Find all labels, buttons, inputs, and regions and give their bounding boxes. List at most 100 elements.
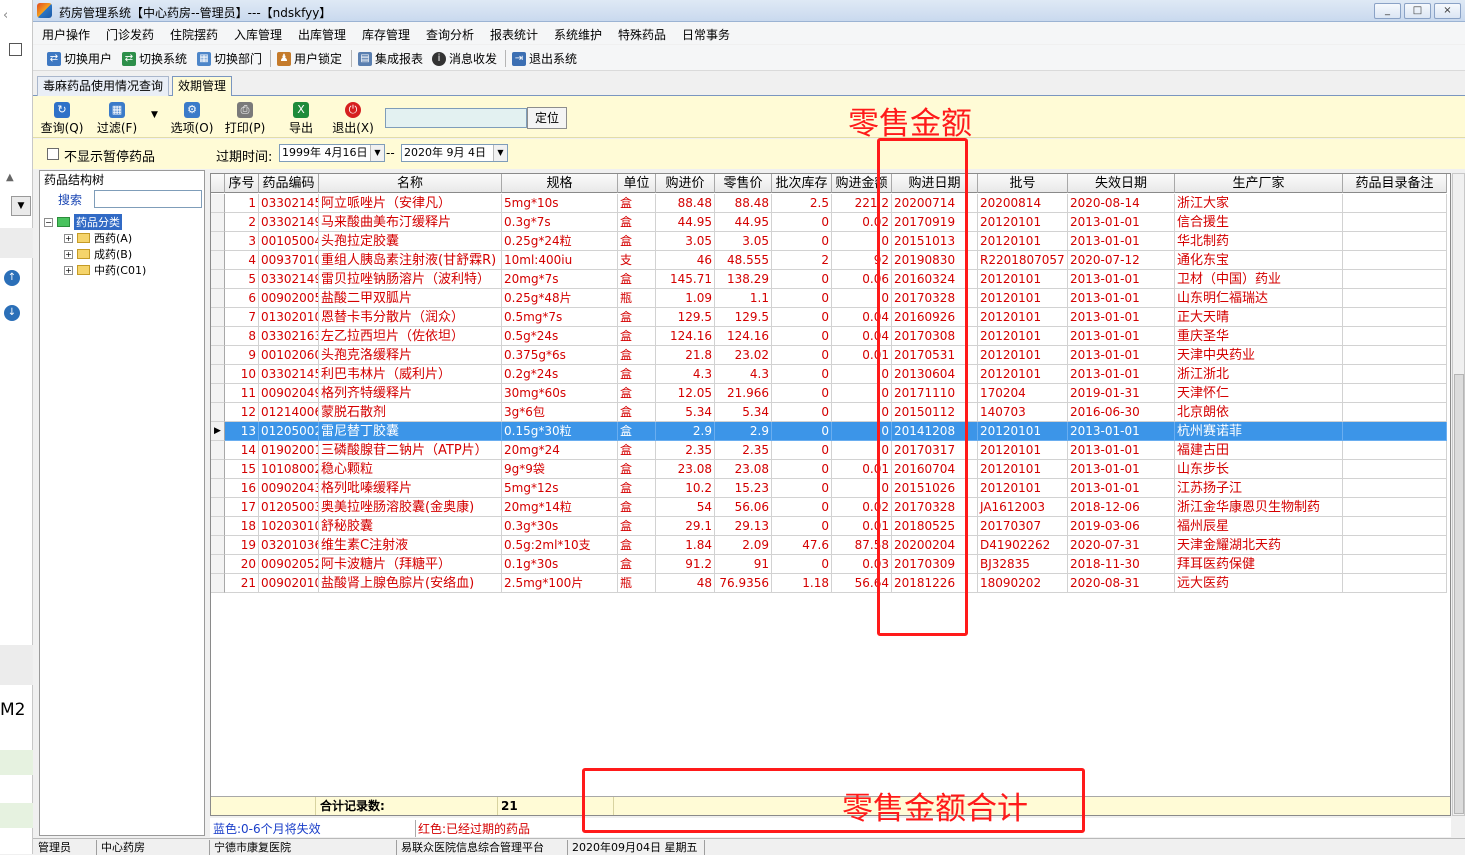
row-indicator[interactable]	[211, 384, 225, 403]
column-header[interactable]: 批号	[978, 174, 1068, 193]
row-indicator[interactable]	[211, 308, 225, 327]
chevron-down-icon[interactable]: ▼	[370, 145, 384, 161]
print-button[interactable]: ⎙ 打印(P)	[222, 102, 268, 136]
lock-user-button[interactable]: ♟ 用户锁定	[277, 50, 342, 67]
menu-outpatient[interactable]: 门诊发药	[106, 26, 154, 43]
hide-suspended-checkbox[interactable]	[47, 148, 59, 160]
menu-reports[interactable]: 报表统计	[490, 26, 538, 43]
column-header[interactable]: 失效日期	[1068, 174, 1175, 193]
back-icon[interactable]: ‹	[3, 8, 8, 23]
table-row[interactable]: 6 00902005 盐酸二甲双胍片 0.25g*48片瓶 1.09 1.1 0 0 20170…	[211, 289, 1447, 308]
column-header[interactable]: 单位	[618, 174, 656, 193]
expand-icon[interactable]: +	[64, 249, 73, 259]
row-indicator-icon[interactable]: ▶	[211, 422, 225, 441]
column-header[interactable]: 规格	[502, 174, 618, 193]
row-indicator[interactable]	[211, 555, 225, 574]
row-indicator[interactable]	[211, 403, 225, 422]
row-indicator[interactable]	[211, 270, 225, 289]
minimize-button[interactable]: _	[1374, 3, 1401, 19]
row-indicator[interactable]	[211, 232, 225, 251]
column-header[interactable]: 药品目录备注	[1343, 174, 1447, 193]
column-header[interactable]: 名称	[319, 174, 502, 193]
menu-stock-out[interactable]: 出库管理	[298, 26, 346, 43]
maximize-button[interactable]: □	[1404, 3, 1431, 19]
column-header[interactable]: 零售价	[715, 174, 772, 193]
exit-system-button[interactable]: ⇥ 退出系统	[512, 50, 577, 67]
switch-system-button[interactable]: ⇄ 切换系统	[122, 50, 187, 67]
arrow-down-icon[interactable]: ↓	[4, 305, 20, 321]
row-indicator[interactable]	[211, 460, 225, 479]
table-row[interactable]: 21 00902010 盐酸肾上腺色腙片(安络血) 2.5mg*100片瓶 48 76.9…	[211, 574, 1447, 593]
row-indicator[interactable]	[211, 574, 225, 593]
options-button[interactable]: ⚙ 选项(O)	[169, 102, 215, 136]
column-header[interactable]: 生产厂家	[1175, 174, 1343, 193]
report-button[interactable]: ▤ 集成报表	[358, 50, 423, 67]
row-indicator[interactable]	[211, 346, 225, 365]
grid-view-icon[interactable]	[9, 43, 22, 56]
table-row[interactable]: ▶ 13 01205002 雷尼替丁胶囊 0.15g*30粒盒 2.9 2.9 0 0 20141…	[211, 422, 1447, 441]
tab-narcotics-query[interactable]: 毒麻药品使用情况查询	[37, 76, 170, 96]
filter-button[interactable]: ▦ 过滤(F)	[94, 102, 140, 136]
table-row[interactable]: 20 00902052 阿卡波糖片（拜糖平） 0.1g*30s 盒 91.2 91 0 0.03…	[211, 555, 1447, 574]
table-row[interactable]: 10 03302145 利巴韦林片（威利片） 0.2g*24s 盒 4.3 4.3 0 0 201…	[211, 365, 1447, 384]
locate-button[interactable]: 定位	[527, 107, 567, 129]
table-row[interactable]: 4 00937010 重组人胰岛素注射液(甘舒霖R) 10ml:400iu 支 46 48.…	[211, 251, 1447, 270]
table-row[interactable]: 5 03302149 雷贝拉唑钠肠溶片（波利特） 20mg*7s 盒 145.71 138.…	[211, 270, 1447, 289]
scrollbar-thumb[interactable]	[1454, 374, 1464, 814]
tree-node-western[interactable]: + 西药(A)	[64, 230, 132, 246]
column-header[interactable]: 批次库存	[772, 174, 832, 193]
menu-system[interactable]: 系统维护	[554, 26, 602, 43]
row-indicator[interactable]	[211, 517, 225, 536]
tree-search-input[interactable]	[94, 190, 202, 208]
chevron-down-icon[interactable]: ▼	[493, 145, 507, 161]
row-indicator[interactable]	[211, 327, 225, 346]
table-row[interactable]: 3 00105004 头孢拉定胶囊 0.25g*24粒盒 3.05 3.05 0 0 20151…	[211, 232, 1447, 251]
query-button[interactable]: ↻ 查询(Q)	[39, 102, 85, 136]
table-row[interactable]: 12 01214006 蒙脱石散剂 3g*6包盒 5.34 5.34 0 0 20150112 1…	[211, 403, 1447, 422]
date-from-picker[interactable]: 1999年 4月16日 ▼	[279, 144, 385, 162]
menu-inventory[interactable]: 库存管理	[362, 26, 410, 43]
arrow-up-icon[interactable]: ↑	[4, 270, 20, 286]
expand-icon[interactable]: +	[64, 233, 73, 243]
tab-expiry-management[interactable]: 效期管理	[172, 76, 233, 96]
menu-special-drugs[interactable]: 特殊药品	[618, 26, 666, 43]
row-indicator[interactable]	[211, 441, 225, 460]
export-button[interactable]: X 导出	[278, 102, 324, 136]
table-row[interactable]: 8 03302163 左乙拉西坦片（佐依坦） 0.5g*24s 盒 124.16 124.1…	[211, 327, 1447, 346]
table-row[interactable]: 19 03201036 维生素C注射液 0.5g:2ml*10支盒 1.84 2.09 47…	[211, 536, 1447, 555]
filter-dropdown-icon[interactable]: ▼	[151, 110, 158, 120]
table-row[interactable]: 1 03302145 阿立哌唑片（安律凡） 5mg*10s 盒 88.48 88.48 2.5…	[211, 194, 1447, 213]
tree-node-patent[interactable]: + 成药(B)	[64, 246, 132, 262]
row-indicator[interactable]	[211, 251, 225, 270]
menu-daily[interactable]: 日常事务	[682, 26, 730, 43]
switch-dept-button[interactable]: ▦ 切换部门	[197, 50, 262, 67]
column-header[interactable]: 药品编码	[259, 174, 319, 193]
row-indicator[interactable]	[211, 365, 225, 384]
expand-icon[interactable]: +	[64, 265, 73, 275]
table-row[interactable]: 18 10203010 舒秘胶囊 0.3g*30s 盒 29.1 29.13 0 0.01 201…	[211, 517, 1447, 536]
locate-input[interactable]	[385, 108, 527, 128]
table-row[interactable]: 15 10108002 稳心颗粒 9g*9袋盒 23.08 23.08 0 0.01 20160…	[211, 460, 1447, 479]
row-indicator[interactable]	[211, 498, 225, 517]
column-header[interactable]: 序号	[225, 174, 259, 193]
close-button[interactable]: ×	[1434, 3, 1461, 19]
grid-scrollbar[interactable]	[1452, 173, 1465, 816]
column-header[interactable]: 购进价	[656, 174, 715, 193]
tree-root[interactable]: − 药品分类	[44, 214, 122, 230]
date-to-picker[interactable]: 2020年 9月 4日 ▼	[401, 144, 508, 162]
row-indicator[interactable]	[211, 213, 225, 232]
row-indicator[interactable]	[211, 194, 225, 213]
menu-inpatient[interactable]: 住院摆药	[170, 26, 218, 43]
exit-button[interactable]: ⏻ 退出(X)	[330, 102, 376, 136]
table-row[interactable]: 7 01302010 恩替卡韦分散片（润众） 0.5mg*7s 盒 129.5 129.5 0…	[211, 308, 1447, 327]
table-row[interactable]: 16 00902043 格列吡嗪缓释片 5mg*12s 盒 10.2 15.23 0 0 2015…	[211, 479, 1447, 498]
table-row[interactable]: 2 03302149 马来酸曲美布汀缓释片 0.3g*7s 盒 44.95 44.95 0 0.…	[211, 213, 1447, 232]
menu-query[interactable]: 查询分析	[426, 26, 474, 43]
table-row[interactable]: 11 00902049 格列齐特缓释片 30mg*60s 盒 12.05 21.966 0 0 2…	[211, 384, 1447, 403]
menu-stock-in[interactable]: 入库管理	[234, 26, 282, 43]
menu-user-ops[interactable]: 用户操作	[42, 26, 90, 43]
switch-user-button[interactable]: ⇄ 切换用户	[47, 50, 112, 67]
row-indicator[interactable]	[211, 479, 225, 498]
table-row[interactable]: 14 01902001 三磷酸腺苷二钠片（ATP片） 20mg*24 盒 2.35 2.35…	[211, 441, 1447, 460]
row-indicator[interactable]	[211, 536, 225, 555]
